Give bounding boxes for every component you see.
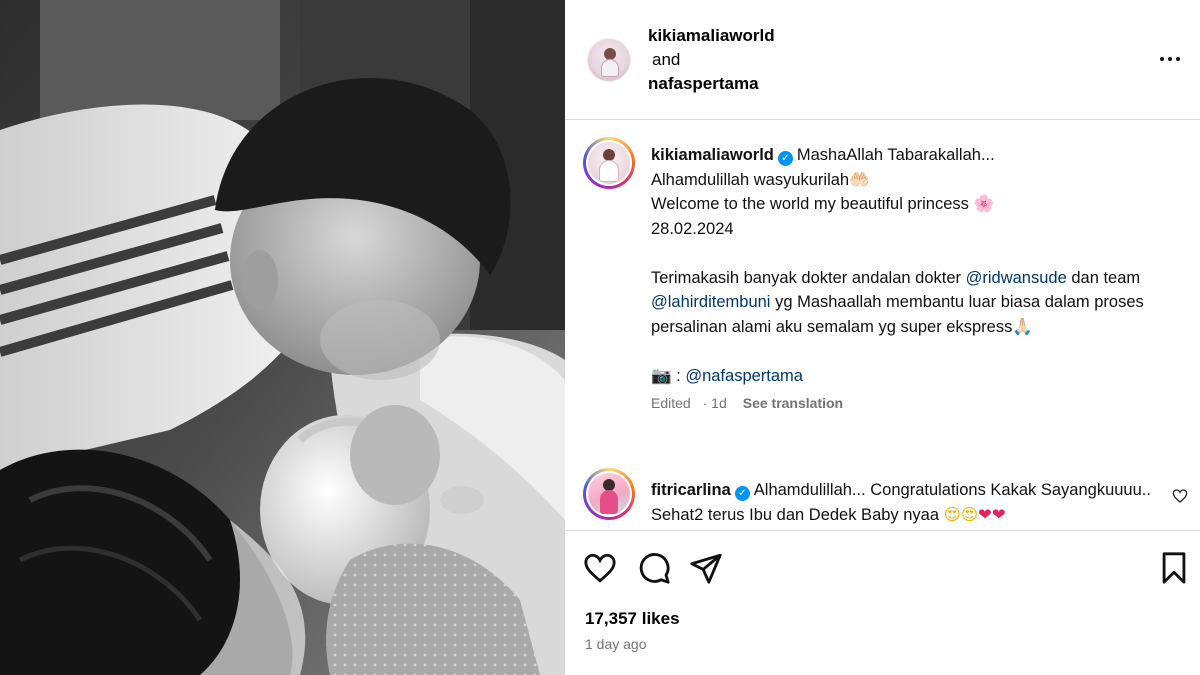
caption-thanks-text: Terimakasih banyak dokter andalan dokter [651, 268, 962, 287]
comments-area: kikiamaliaworld ✓ MashaAllah Tabarakallah.… [565, 121, 1200, 530]
post-actions: 17,357 likes 1 day ago [565, 530, 1200, 675]
caption-author-avatar[interactable] [583, 137, 635, 189]
camera-icon: 📷 [651, 366, 672, 385]
hands-emoji-icon: 🤲🏻 [849, 170, 870, 189]
caption-team-text: dan team [1071, 268, 1141, 287]
likes-count[interactable]: 17,357 likes [585, 609, 680, 629]
comment-like-heart-icon[interactable] [1172, 488, 1188, 504]
share-icon[interactable] [689, 551, 723, 585]
heart-icon[interactable] [583, 551, 617, 585]
author-avatar[interactable] [587, 38, 631, 82]
caption-line-3: Welcome to the world my beautiful prince… [651, 195, 969, 213]
verified-icon: ✓ [734, 486, 750, 501]
mention-ridwansude-link[interactable]: @ridwansude [966, 269, 1067, 287]
newborn-kiss-photo [0, 0, 565, 675]
verified-icon: ✓ [777, 151, 793, 166]
more-options-icon[interactable] [1154, 44, 1186, 74]
mention-lahirditembuni-link[interactable]: @lahirditembuni [651, 293, 770, 311]
collaborator-username-link[interactable]: nafaspertama [648, 72, 775, 96]
post-timestamp[interactable]: 1 day ago [585, 636, 647, 652]
caption-line-1: MashaAllah Tabarakallah... [796, 146, 995, 164]
post-header: kikiamaliaworld and nafaspertama [565, 0, 1200, 120]
post-photo[interactable] [0, 0, 565, 675]
post-caption: kikiamaliaworld ✓ MashaAllah Tabarakallah.… [651, 143, 1171, 416]
comment-icon[interactable] [637, 551, 671, 585]
caption-meta: Edited · 1d See translation [651, 391, 1171, 416]
caption-date: 28.02.2024 [651, 219, 734, 238]
pray-emoji-icon: 🙏🏻 [1012, 317, 1033, 336]
collab-and-text: and [652, 50, 681, 69]
comment-item: fitricarlina ✓ Alhamdulillah... Congratula… [651, 478, 1163, 527]
caption-line-2: Alhamdulillah wasyukurilah [651, 170, 850, 189]
caption-username-link[interactable]: kikiamaliaworld [651, 146, 774, 164]
flower-emoji-icon: 🌸 [973, 195, 995, 213]
commenter-avatar[interactable] [583, 468, 635, 520]
author-username-link[interactable]: kikiamaliaworld [648, 24, 775, 48]
camera-separator: : [676, 366, 681, 385]
red-heart-emoji-icon: ❤❤ [978, 505, 1006, 524]
see-translation-button[interactable]: See translation [743, 395, 843, 411]
post-authors: kikiamaliaworld and nafaspertama [648, 24, 775, 96]
mention-nafaspertama-link[interactable]: @nafaspertama [685, 367, 803, 385]
commenter-username-link[interactable]: fitricarlina [651, 481, 731, 499]
post-details-panel: kikiamaliaworld and nafaspertama kikiama… [565, 0, 1200, 675]
heart-eyes-emoji-icon: 😍😍 [943, 505, 979, 524]
bookmark-icon[interactable] [1157, 551, 1191, 585]
edited-label: Edited · 1d [651, 395, 727, 411]
